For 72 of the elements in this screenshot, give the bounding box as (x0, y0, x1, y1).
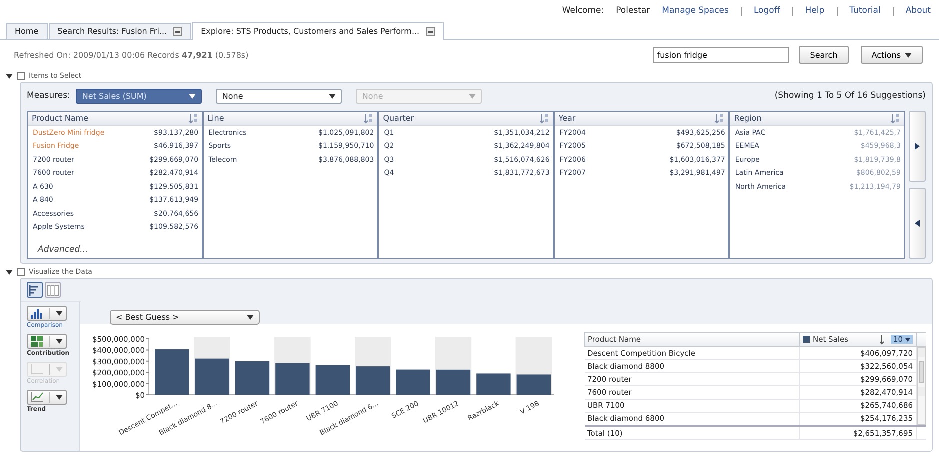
advanced-link[interactable]: Advanced... (28, 245, 202, 258)
table-icon (47, 284, 59, 296)
bar[interactable] (235, 361, 270, 395)
header-link[interactable]: Tutorial (850, 6, 881, 16)
chart-type-select[interactable]: < Best Guess > (110, 310, 260, 325)
column-header[interactable]: Line (208, 114, 224, 123)
caret-icon (56, 395, 63, 400)
scatter-chart-icon (31, 364, 43, 375)
legend-swatch-icon (803, 336, 810, 343)
chart-type-button[interactable] (27, 306, 67, 321)
checkbox-icon (17, 268, 25, 276)
grid-chart-icon (31, 336, 43, 347)
search-field[interactable]: fusion fridge (653, 47, 790, 63)
bar[interactable] (316, 365, 350, 395)
next-button[interactable] (909, 111, 926, 182)
close-icon[interactable] (173, 27, 182, 36)
header-link[interactable]: Help (805, 6, 825, 16)
sort-icon[interactable] (188, 113, 198, 124)
caret-icon (247, 315, 254, 320)
search-button[interactable]: Search (799, 46, 849, 64)
column-header[interactable]: Quarter (383, 114, 414, 123)
measure-select[interactable]: None (216, 88, 342, 104)
caret-icon (189, 94, 196, 98)
caret-icon (56, 367, 63, 372)
bar[interactable] (436, 370, 471, 395)
left-arrow-icon (915, 220, 920, 227)
tab[interactable]: Explore: STS Products, Customers and Sales Perform... (192, 22, 444, 40)
refresh-status: Refreshed On: 2009/01/13 00:06 Records 47,921 (0.578s) (13, 50, 250, 60)
tab[interactable]: Search Results: Fusion Fri... (48, 23, 192, 39)
caret-icon (469, 94, 476, 98)
tab[interactable]: Home (6, 23, 48, 39)
table-view-button[interactable] (45, 282, 61, 298)
line-chart-icon (31, 392, 43, 403)
close-icon[interactable] (426, 27, 435, 36)
bar-list-icon (29, 284, 41, 296)
column-header[interactable]: Region (734, 114, 762, 123)
chart-type-button[interactable] (27, 390, 67, 405)
sort-icon[interactable] (715, 113, 724, 124)
y-axis (92, 335, 150, 400)
header-link[interactable]: Manage Spaces (662, 6, 729, 16)
suggestions-count: (Showing 1 To 5 Of 16 Suggestions) (774, 91, 926, 101)
sort-icon[interactable] (540, 113, 549, 124)
bar[interactable] (276, 363, 310, 395)
bar[interactable] (476, 374, 511, 395)
collapse-icon[interactable] (6, 74, 13, 78)
bar[interactable] (516, 374, 551, 395)
scrollbar[interactable] (917, 347, 926, 425)
chart-type-button[interactable] (27, 334, 67, 349)
welcome-label: Welcome: (562, 6, 604, 16)
checkbox-icon (17, 72, 25, 80)
bar[interactable] (195, 358, 230, 395)
caret-icon (905, 338, 911, 342)
measures-label: Measures: (27, 91, 70, 101)
caret-icon (905, 52, 912, 58)
measure-select[interactable]: Net Sales (SUM) (76, 88, 202, 104)
right-arrow-icon (915, 143, 920, 150)
header-link[interactable]: Logoff (754, 6, 780, 16)
sort-icon[interactable] (364, 113, 374, 124)
caret-icon (329, 94, 336, 98)
caret-icon (56, 311, 63, 316)
bar-chart-icon (31, 308, 43, 319)
column-header[interactable]: Year (558, 114, 576, 123)
chart-view-button[interactable] (27, 282, 43, 298)
previous-button[interactable] (909, 188, 926, 259)
bar[interactable] (396, 370, 430, 395)
collapse-icon[interactable] (6, 270, 13, 274)
sort-icon[interactable] (890, 113, 900, 124)
header-link[interactable]: About (906, 6, 931, 16)
caret-icon (56, 339, 63, 344)
user-name: Polestar (616, 6, 650, 16)
measure-select: None (356, 88, 482, 104)
actions-button[interactable]: Actions (860, 46, 923, 64)
